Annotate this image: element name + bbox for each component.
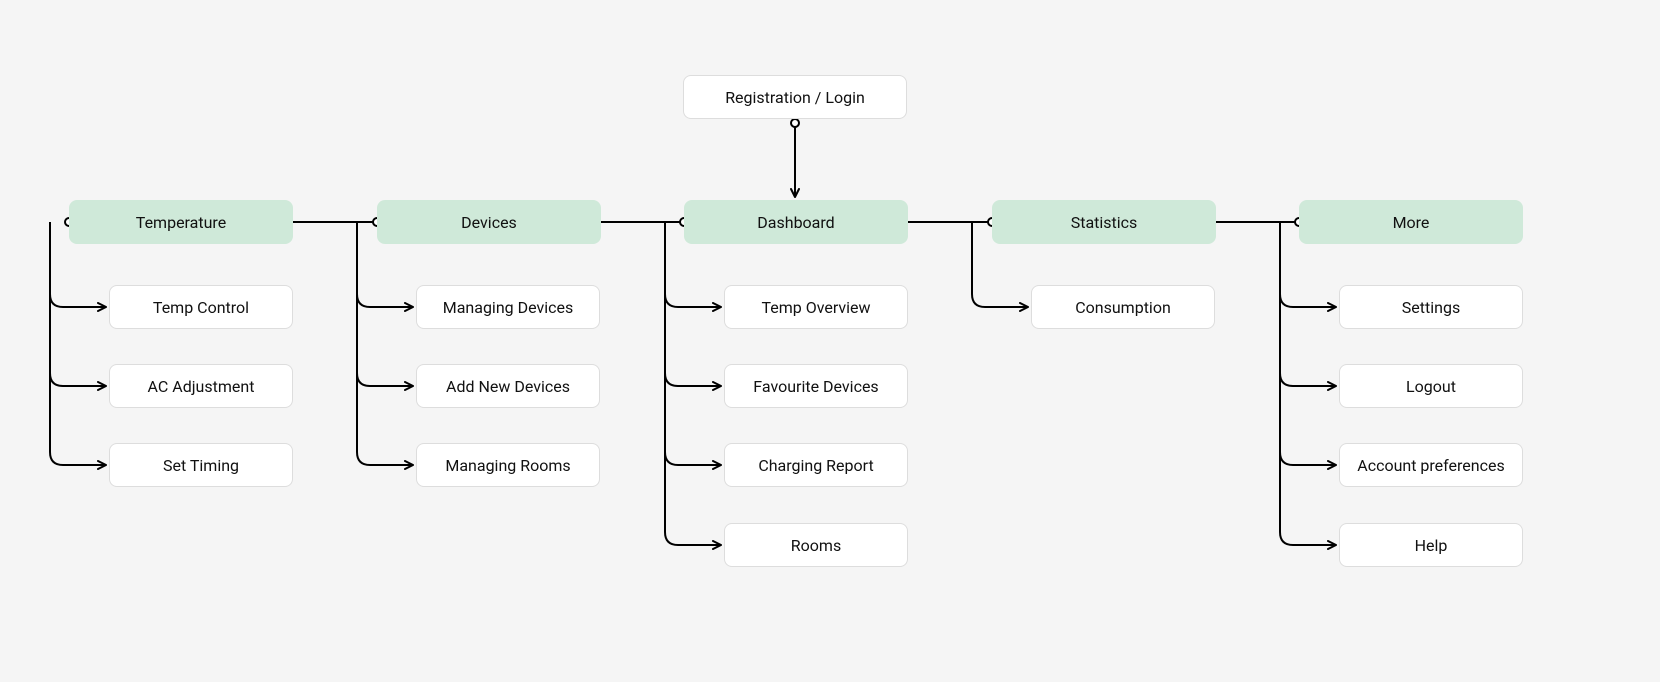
node-root-label: Registration / Login	[725, 88, 865, 107]
node-child: Help	[1339, 523, 1523, 567]
child-label: Temp Overview	[761, 298, 870, 317]
node-category-dashboard: Dashboard	[684, 200, 908, 244]
node-child: Logout	[1339, 364, 1523, 408]
node-child: Charging Report	[724, 443, 908, 487]
child-label: AC Adjustment	[148, 377, 255, 396]
node-child: Consumption	[1031, 285, 1215, 329]
category-label: More	[1393, 213, 1430, 232]
node-child: Rooms	[724, 523, 908, 567]
node-child: Account preferences	[1339, 443, 1523, 487]
node-child: Temp Control	[109, 285, 293, 329]
child-label: Rooms	[791, 536, 841, 555]
child-label: Settings	[1402, 298, 1460, 317]
node-child: Managing Devices	[416, 285, 600, 329]
node-child: Settings	[1339, 285, 1523, 329]
child-label: Add New Devices	[446, 377, 570, 396]
child-label: Logout	[1406, 377, 1456, 396]
node-category-temperature: Temperature	[69, 200, 293, 244]
child-label: Consumption	[1075, 298, 1171, 317]
category-label: Statistics	[1071, 213, 1138, 232]
category-label: Dashboard	[757, 213, 834, 232]
child-label: Account preferences	[1357, 456, 1504, 475]
category-label: Temperature	[136, 213, 226, 232]
node-child: Managing Rooms	[416, 443, 600, 487]
child-label: Charging Report	[758, 456, 873, 475]
node-child: Set Timing	[109, 443, 293, 487]
child-label: Favourite Devices	[753, 377, 878, 396]
node-child: Temp Overview	[724, 285, 908, 329]
category-label: Devices	[461, 213, 517, 232]
node-category-devices: Devices	[377, 200, 601, 244]
child-label: Set Timing	[163, 456, 239, 475]
node-root: Registration / Login	[683, 75, 907, 119]
child-label: Temp Control	[153, 298, 249, 317]
child-label: Managing Devices	[443, 298, 574, 317]
node-child: Favourite Devices	[724, 364, 908, 408]
child-label: Managing Rooms	[445, 456, 570, 475]
node-child: AC Adjustment	[109, 364, 293, 408]
node-category-statistics: Statistics	[992, 200, 1216, 244]
node-category-more: More	[1299, 200, 1523, 244]
child-label: Help	[1415, 536, 1448, 555]
node-child: Add New Devices	[416, 364, 600, 408]
